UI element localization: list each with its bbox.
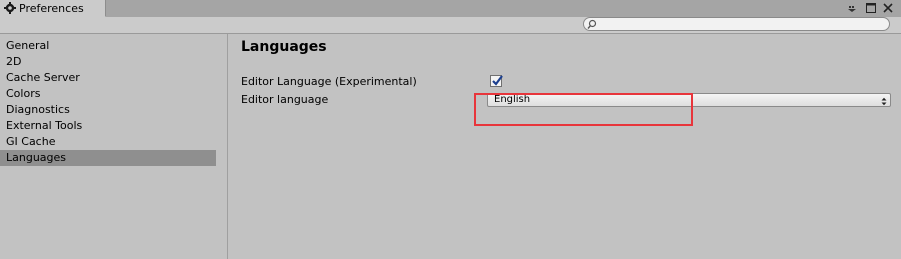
- sidebar-item-general[interactable]: General: [0, 38, 216, 54]
- window-tab-bar: Preferences: [0, 0, 901, 18]
- checkmark-icon: [492, 75, 503, 86]
- sidebar-item-cache-server[interactable]: Cache Server: [0, 70, 216, 86]
- close-icon[interactable]: [881, 1, 895, 15]
- search-field[interactable]: [583, 17, 890, 31]
- main-panel: Languages Editor Language (Experimental)…: [229, 34, 901, 259]
- highlight-annotation: [474, 93, 693, 126]
- sidebar-list: General 2D Cache Server Colors Diagnosti…: [0, 38, 216, 166]
- sidebar-item-languages[interactable]: Languages: [0, 150, 216, 166]
- maximize-icon[interactable]: [864, 1, 878, 15]
- sidebar-item-colors[interactable]: Colors: [0, 86, 216, 102]
- page-title: Languages: [241, 39, 327, 55]
- sidebar-item-2d[interactable]: 2D: [0, 54, 216, 70]
- sidebar-item-label: Cache Server: [6, 71, 80, 84]
- gear-icon: [4, 2, 16, 14]
- sidebar: General 2D Cache Server Colors Diagnosti…: [0, 34, 228, 259]
- editor-language-experimental-label: Editor Language (Experimental): [241, 75, 417, 88]
- search-icon: [587, 19, 598, 30]
- sidebar-item-label: General: [6, 39, 50, 52]
- editor-language-experimental-checkbox[interactable]: [490, 75, 503, 87]
- dropdown-arrows-icon: [881, 96, 887, 106]
- sidebar-item-diagnostics[interactable]: Diagnostics: [0, 102, 216, 118]
- sidebar-item-label: External Tools: [6, 119, 83, 132]
- menu-icon[interactable]: [845, 1, 859, 15]
- preferences-tab[interactable]: Preferences: [0, 0, 106, 17]
- window-title: Preferences: [19, 2, 84, 15]
- sidebar-item-label: GI Cache: [6, 135, 56, 148]
- sidebar-item-label: Diagnostics: [6, 103, 70, 116]
- sidebar-item-gi-cache[interactable]: GI Cache: [0, 134, 216, 150]
- sidebar-item-label: 2D: [6, 55, 22, 68]
- sidebar-item-label: Languages: [6, 151, 67, 164]
- editor-language-label: Editor language: [241, 93, 329, 106]
- sidebar-item-external-tools[interactable]: External Tools: [0, 118, 216, 134]
- toolbar: [0, 17, 901, 34]
- sidebar-item-label: Colors: [6, 87, 41, 100]
